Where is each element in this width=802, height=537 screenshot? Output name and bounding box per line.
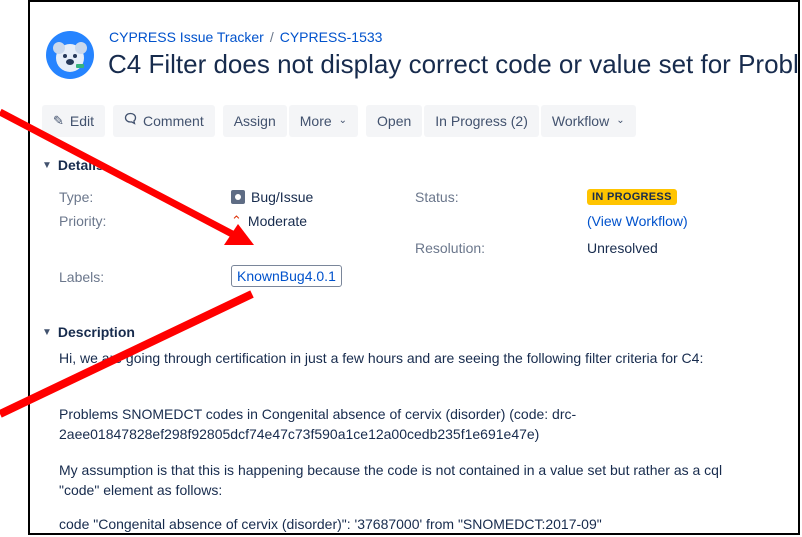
status-label: Status: [415,189,459,205]
resolution-value: Unresolved [587,240,658,256]
description-paragraph-3: My assumption is that this is happening … [59,462,723,498]
chevron-down-icon: ⌄ [338,115,348,126]
issue-toolbar: ✎ Edit Comment Assign More ⌄ Open In Pro… [42,105,636,137]
label-chip-knownbug[interactable]: KnownBug4.0.1 [231,265,342,287]
comment-button-label: Comment [143,113,204,129]
description-paragraph-4: code "Congenital absence of cervix (diso… [59,516,602,532]
bug-icon [231,190,245,204]
priority-up-icon: ⌃ [231,213,242,228]
pencil-icon: ✎ [53,113,64,128]
comment-icon [124,105,137,137]
resolution-label: Resolution: [415,240,486,256]
type-value: Bug/Issue [231,189,313,205]
caret-down-icon: ▼ [42,159,52,171]
issue-page: CYPRESS Issue Tracker / CYPRESS-1533 C4 Fi… [28,0,800,535]
chevron-down-icon: ⌄ [616,115,625,126]
comment-button[interactable]: Comment [113,105,215,137]
details-toggle[interactable]: ▼ Details [42,157,104,173]
priority-value: ⌃ Moderate [231,213,307,229]
edit-button[interactable]: ✎ Edit [42,105,106,137]
priority-label: Priority: [59,213,107,229]
page-title: C4 Filter does not display correct code … [108,49,800,79]
breadcrumb: CYPRESS Issue Tracker / CYPRESS-1533 [109,29,382,45]
description-paragraph-1: Hi, we are going through certification i… [59,350,704,366]
priority-value-text: Moderate [247,213,308,229]
breadcrumb-project-link[interactable]: CYPRESS Issue Tracker [109,29,264,45]
in-progress-button[interactable]: In Progress (2) [424,105,539,137]
edit-button-label: Edit [69,113,95,129]
open-button-label: Open [377,113,412,129]
breadcrumb-separator: / [269,29,274,45]
breadcrumb-issue-key-link[interactable]: CYPRESS-1533 [280,29,383,45]
in-progress-button-label: In Progress (2) [435,113,528,129]
details-heading: Details [57,157,104,173]
assign-button-label: Assign [233,113,276,129]
project-avatar-icon[interactable] [45,30,95,80]
open-button[interactable]: Open [366,105,423,137]
workflow-button-label: Workflow [551,113,610,129]
description-paragraph-2: Problems SNOMEDCT codes in Congenital ab… [59,406,577,442]
workflow-button[interactable]: Workflow ⌄ [540,105,636,137]
view-workflow-close-paren: ) [682,213,688,229]
status-badge: IN PROGRESS [587,189,677,205]
type-label: Type: [59,189,94,205]
view-workflow: (View Workflow) [587,213,688,229]
more-button-label: More [299,113,332,129]
description-heading: Description [57,324,135,340]
caret-down-icon: ▼ [42,326,52,338]
assign-button[interactable]: Assign [222,105,287,137]
view-workflow-link[interactable]: View Workflow [592,213,683,229]
more-button[interactable]: More ⌄ [288,105,359,137]
description-toggle[interactable]: ▼ Description [42,324,135,340]
labels-label: Labels: [59,269,105,285]
type-value-text: Bug/Issue [251,189,314,205]
